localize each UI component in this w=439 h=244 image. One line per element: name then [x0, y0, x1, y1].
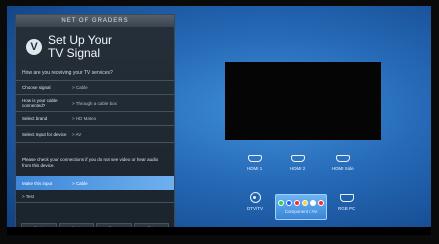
panel-top-label: NET OF GRADERS — [16, 15, 174, 27]
vga-icon — [339, 194, 354, 202]
input-hdmi-side[interactable]: HDMI Side — [332, 155, 354, 171]
input-hdmi2[interactable]: HDMI 2 — [290, 155, 305, 171]
input-label: RGB PC — [338, 206, 356, 211]
setup-options: Choose signal > Cable How is your cable … — [16, 80, 174, 143]
setup-panel: NET OF GRADERS V Set Up Your TV Signal H… — [15, 14, 175, 235]
setup-question: How are you receiving your TV services? — [22, 70, 113, 76]
hdmi-icon — [290, 155, 305, 162]
option-label: Select brand — [22, 116, 48, 121]
input-label: Component / AV — [284, 209, 318, 214]
option-value: > Through a cable box — [72, 100, 117, 106]
selected-option-value: > Cable — [72, 180, 88, 186]
option-label: Choose signal — [22, 85, 51, 90]
panel-title-line2: TV Signal — [48, 46, 101, 60]
input-label: HDMI 1 — [247, 166, 263, 171]
tv-screen: NET OF GRADERS V Set Up Your TV Signal H… — [7, 6, 431, 235]
option-value: > Cable — [72, 85, 88, 90]
hdmi-icon — [335, 155, 350, 162]
vizio-logo-icon: V — [26, 39, 42, 55]
input-label: HDMI 2 — [290, 166, 306, 171]
input-label: HDMI Side — [332, 166, 354, 171]
option-input[interactable]: Select Input for device > AV — [16, 126, 174, 143]
input-component-av[interactable]: Component / AV — [275, 194, 327, 220]
component-dot — [310, 200, 316, 206]
input-dtv[interactable]: DTV/TV — [247, 192, 263, 211]
connection-note: Please check your connections if you do … — [22, 157, 159, 168]
input-rgb-pc[interactable]: RGB PC — [338, 194, 355, 211]
selected-option-label: Make this input — [22, 180, 53, 186]
component-dot — [278, 200, 284, 206]
selected-option-bar[interactable]: Make this input > Cable — [16, 176, 174, 190]
component-dot — [302, 200, 308, 206]
video-preview — [225, 62, 381, 140]
option-value: > AV — [72, 131, 82, 137]
component-dot — [294, 200, 300, 206]
panel-title: Set Up Your TV Signal — [48, 34, 112, 60]
option-label: How is your cable connected? — [22, 98, 58, 108]
coax-icon — [249, 192, 261, 203]
screen-bottom-edge — [7, 227, 431, 235]
component-dot — [318, 200, 324, 206]
hdmi-icon — [247, 155, 262, 162]
component-dot — [286, 200, 292, 206]
option-label: Select Input for device — [22, 131, 67, 137]
test-item[interactable]: > Test — [16, 190, 174, 203]
option-brand[interactable]: Select brand > HD Mateo — [16, 112, 174, 126]
input-hdmi1[interactable]: HDMI 1 — [247, 155, 262, 171]
option-value: > HD Mateo — [72, 116, 97, 121]
input-label: DTV/TV — [247, 206, 264, 211]
option-signal[interactable]: Choose signal > Cable — [16, 81, 174, 95]
option-cable-connection[interactable]: How is your cable connected? > Through a… — [16, 95, 174, 112]
panel-header: V Set Up Your TV Signal — [16, 27, 174, 67]
component-icon — [278, 200, 324, 206]
